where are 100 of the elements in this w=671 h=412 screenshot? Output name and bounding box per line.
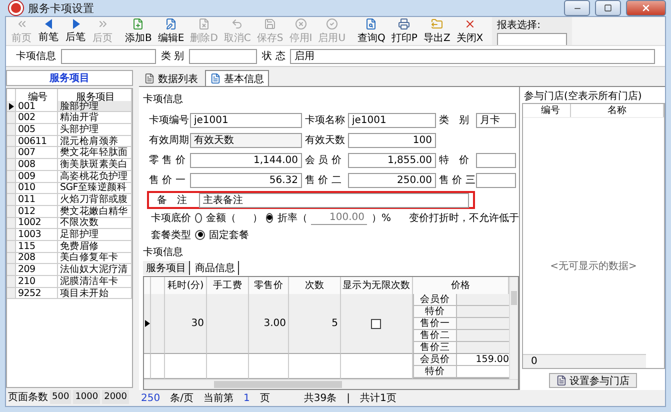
option-label: 折率（	[277, 212, 308, 224]
table-cell[interactable]: 012	[16, 206, 58, 218]
table-cell[interactable]: 美白修复年卡	[58, 252, 132, 264]
table-cell[interactable]: 火焰刀背部或腹	[58, 194, 132, 206]
price-name: 售价三	[413, 342, 457, 353]
sub-tab[interactable]: 服务项目	[143, 261, 190, 275]
radio-button[interactable]	[195, 230, 205, 240]
page-size-label: 页面条数	[8, 391, 48, 404]
filter-label: 卡项信息	[16, 50, 56, 63]
close-window-button[interactable]	[626, 0, 666, 16]
table-cell[interactable]: 精油开背	[58, 112, 132, 124]
table-cell[interactable]: 001	[16, 100, 58, 112]
table-cell[interactable]: 209	[16, 264, 58, 276]
next-button[interactable]: 后笔	[62, 17, 89, 45]
row-pointer-icon	[144, 320, 150, 327]
form-field[interactable]	[476, 152, 516, 168]
table-cell	[207, 354, 249, 379]
option-field[interactable]: 100.00	[311, 210, 368, 225]
vertical-scrollbar[interactable]	[509, 277, 518, 379]
form-field[interactable]: 100	[348, 132, 436, 148]
table-cell[interactable]: 9252	[16, 288, 58, 300]
table-cell[interactable]: 樊文花年轻肽面	[58, 147, 132, 160]
horizontal-scrollbar[interactable]	[144, 379, 518, 389]
form-field[interactable]: 1,144.00	[190, 152, 302, 168]
field-label: 类 别	[439, 114, 470, 127]
table-cell[interactable]: 脸部护理	[58, 100, 132, 112]
field-label: 有效周期	[149, 134, 187, 147]
table-cell[interactable]: 足部护理	[58, 229, 132, 241]
radio-button[interactable]	[195, 212, 202, 222]
page-size-button[interactable]: 2000	[102, 390, 129, 404]
tab[interactable]: 基本信息	[205, 70, 269, 86]
table-cell[interactable]: 法仙奴大泥疗清	[58, 264, 132, 276]
filter-field[interactable]	[189, 48, 258, 64]
table-cell[interactable]: 210	[16, 276, 58, 288]
table-cell[interactable]: 011	[16, 194, 58, 206]
table-cell[interactable]: 免费眉修	[58, 240, 132, 253]
option-label: 固定套餐	[209, 228, 249, 242]
remark-field[interactable]: 主表备注	[199, 192, 469, 208]
table-cell[interactable]: 005	[16, 124, 58, 136]
sub-tab[interactable]: 商品信息	[192, 261, 239, 275]
form-field[interactable]: 56.32	[190, 172, 302, 188]
field-label: 卡项编号	[149, 114, 187, 127]
print-button[interactable]: 打印P	[388, 17, 420, 45]
table-cell[interactable]: 010	[16, 182, 58, 194]
filter-label: 类 别	[161, 50, 184, 63]
form-field[interactable]: 1,855.00	[348, 152, 436, 168]
table-cell[interactable]: 008	[16, 159, 58, 171]
table-cell	[151, 354, 165, 379]
table-cell[interactable]: 007	[16, 147, 58, 160]
close-button[interactable]: 关闭X	[453, 17, 486, 45]
page-size-button[interactable]: 500	[50, 390, 72, 404]
page-size-button[interactable]: 1000	[73, 390, 100, 404]
edit-button[interactable]: 编辑E	[154, 17, 188, 45]
table-cell[interactable]: 不限次数	[58, 218, 132, 230]
folder-icon	[430, 18, 443, 30]
filter-field[interactable]	[61, 48, 156, 64]
table-cell[interactable]: 衡美肤斑素美白	[58, 159, 132, 171]
radio-button[interactable]	[266, 212, 274, 222]
price-name: 售价二	[413, 330, 457, 342]
form-field[interactable]: 250.00	[348, 172, 436, 188]
triangle-left-icon	[44, 18, 52, 28]
note-text: 变价打折时，不允许低于	[409, 212, 519, 224]
tab[interactable]: 数据列表	[139, 70, 203, 86]
table-cell[interactable]: 高姿桃花负护理	[58, 170, 132, 182]
form-field[interactable]: 月卡	[476, 112, 516, 128]
table-cell[interactable]: 115	[16, 240, 58, 253]
undo-icon	[231, 18, 244, 30]
column-header: 次数	[289, 277, 341, 294]
filter-field[interactable]: 启用	[290, 48, 655, 64]
form-field[interactable]: 有效天数	[190, 132, 302, 148]
add-button[interactable]: 添加B	[122, 17, 155, 45]
maximize-button[interactable]	[595, 0, 621, 16]
table-cell[interactable]: 002	[16, 112, 58, 124]
previous-button[interactable]: 前笔	[35, 17, 62, 45]
table-cell[interactable]: 009	[16, 170, 58, 182]
table-cell[interactable]: 混元枪肩颈养	[58, 136, 132, 148]
app-icon	[9, 1, 23, 15]
query-button[interactable]: 查询Q	[354, 17, 388, 45]
column-header: 显示为无限次数	[341, 277, 413, 294]
set-stores-button[interactable]: 设置参与门店	[548, 373, 636, 388]
form-field[interactable]: je1001	[190, 112, 302, 128]
report-select-field[interactable]	[497, 33, 568, 46]
current-page-value: 1	[243, 392, 250, 404]
table-cell[interactable]: 00611	[16, 136, 58, 148]
export-button[interactable]: 导出Z	[420, 17, 454, 45]
table-cell[interactable]: 1003	[16, 229, 58, 241]
status-text: 共39条	[304, 392, 337, 405]
form-field[interactable]: je1001	[348, 112, 436, 128]
form-field[interactable]	[476, 172, 516, 188]
table-cell[interactable]: 项目未开始	[58, 288, 132, 300]
checkbox[interactable]	[370, 318, 380, 328]
table-cell[interactable]: 头部护理	[58, 124, 132, 136]
table-cell[interactable]: 1002	[16, 218, 58, 230]
table-cell[interactable]: 208	[16, 252, 58, 264]
table-cell[interactable]: SGF至臻逆颜科	[58, 182, 132, 194]
table-cell[interactable]: 樊文花嫩白精华	[58, 206, 132, 218]
minimize-button[interactable]	[564, 0, 590, 16]
table-cell[interactable]: 泥膜清洁年卡	[58, 276, 132, 288]
header-cell	[151, 277, 165, 294]
file-search-icon	[365, 18, 378, 30]
